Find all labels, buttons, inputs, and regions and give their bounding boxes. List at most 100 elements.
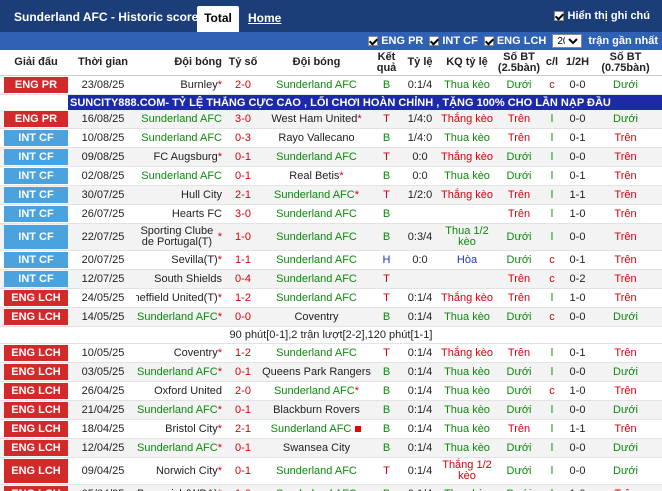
away-team-name[interactable]: Coventry [294,311,338,323]
competition-badge[interactable]: INT CF [4,225,68,249]
home-team-name[interactable]: Burnley [180,79,217,91]
home-team[interactable]: Norwich City * [136,458,226,484]
home-team-name[interactable]: Sunderland AFC [137,311,218,323]
away-team[interactable]: Rayo Vallecano [260,129,373,147]
away-team[interactable]: Sunderland AFC * [260,382,373,400]
match-score[interactable]: 1-0 [226,224,260,250]
home-team-name[interactable]: FC Augsburg [154,151,218,163]
away-team[interactable]: Sunderland AFC [260,251,373,269]
home-team[interactable]: Sunderland AFC * [136,363,226,381]
home-team-name[interactable]: Sevilla(T) [171,254,217,266]
filter-eng-lch[interactable]: ENG LCH [483,35,546,47]
competition-badge[interactable]: ENG PR [4,77,68,93]
match-score[interactable]: 1-2 [226,289,260,307]
away-team[interactable]: Coventry [260,308,373,326]
away-team-name[interactable]: Swansea City [283,442,350,454]
filter-int-cf[interactable]: INT CF [429,35,478,47]
home-team[interactable]: Bristol City * [136,420,226,438]
home-team[interactable]: Hull City [136,186,226,204]
home-team[interactable]: Sunderland AFC [136,167,226,185]
competition-badge[interactable]: ENG LCH [4,309,68,325]
home-team[interactable]: Hearts FC [136,205,226,223]
competition-badge[interactable]: ENG LCH [4,421,68,437]
match-score[interactable]: 0-3 [226,129,260,147]
match-score[interactable]: 0-1 [226,401,260,419]
away-team-name[interactable]: Sunderland AFC [276,347,357,359]
home-team[interactable]: Sheffield United(T)* [136,289,226,307]
match-score[interactable]: 0-4 [226,270,260,288]
competition-badge[interactable]: INT CF [4,252,68,268]
match-score[interactable]: 2-0 [226,76,260,94]
competition-badge[interactable]: ENG LCH [4,383,68,399]
match-score[interactable]: 2-1 [226,186,260,204]
competition-badge[interactable]: ENG LCH [4,440,68,456]
filter-eng-pr[interactable]: ENG PR [368,35,423,47]
match-score[interactable]: 1-0 [226,485,260,491]
away-team[interactable]: Sunderland AFC [260,420,373,438]
away-team[interactable]: Sunderland AFC [260,485,373,491]
home-team-name[interactable]: Coventry [174,347,218,359]
home-team-name[interactable]: Hull City [181,189,222,201]
away-team[interactable]: Sunderland AFC [260,344,373,362]
match-score[interactable]: 1-1 [226,251,260,269]
home-team-name[interactable]: South Shields [154,273,222,285]
competition-badge[interactable]: INT CF [4,130,68,146]
home-team-name[interactable]: Sunderland AFC [137,366,218,378]
home-team[interactable]: Sunderland AFC [136,129,226,147]
away-team[interactable]: Swansea City [260,439,373,457]
away-team-name[interactable]: Sunderland AFC [276,465,357,477]
home-team-name[interactable]: Sheffield United(T) [136,292,218,304]
match-score[interactable]: 0-1 [226,148,260,166]
away-team-name[interactable]: Sunderland AFC [274,189,355,201]
home-team-name[interactable]: Norwich City [156,465,218,477]
match-score[interactable]: 3-0 [226,110,260,128]
home-team[interactable]: Burnley * [136,76,226,94]
tab-total[interactable]: Total [197,6,239,32]
home-team[interactable]: FC Augsburg * [136,148,226,166]
match-score[interactable]: 0-1 [226,458,260,484]
away-team-name[interactable]: Sunderland AFC [271,423,352,435]
match-score[interactable]: 0-1 [226,167,260,185]
home-team-name[interactable]: Oxford United [154,385,222,397]
competition-badge[interactable]: INT CF [4,168,68,184]
competition-badge[interactable]: INT CF [4,149,68,165]
home-team-name[interactable]: Sunderland AFC [141,170,222,182]
home-team[interactable]: West Bromwich(WBA)* [136,485,226,491]
away-team[interactable]: Sunderland AFC [260,270,373,288]
competition-badge[interactable]: ENG LCH [4,345,68,361]
away-team[interactable]: Sunderland AFC [260,224,373,250]
away-team-name[interactable]: Queens Park Rangers [262,366,371,378]
away-team-name[interactable]: Real Betis [289,170,339,182]
away-team[interactable]: Sunderland AFC [260,205,373,223]
away-team-name[interactable]: Sunderland AFC [276,151,357,163]
competition-badge[interactable]: INT CF [4,187,68,203]
home-team[interactable]: Sunderland AFC * [136,308,226,326]
competition-badge[interactable]: INT CF [4,206,68,222]
filter-eng-lch-checkbox[interactable] [483,36,494,46]
away-team[interactable]: Queens Park Rangers [260,363,373,381]
competition-badge[interactable]: ENG LCH [4,402,68,418]
away-team-name[interactable]: Rayo Vallecano [278,132,354,144]
home-team-name[interactable]: Bristol City [165,423,218,435]
away-team[interactable]: Sunderland AFC [260,148,373,166]
away-team-name[interactable]: West Ham United [271,113,357,125]
competition-badge[interactable]: INT CF [4,271,68,287]
competition-badge[interactable]: ENG LCH [4,486,68,491]
home-team-name[interactable]: Sporting Clube de Portugal(T) [136,226,218,248]
home-team[interactable]: South Shields [136,270,226,288]
show-notes-checkbox[interactable] [553,11,564,21]
away-team-name[interactable]: Sunderland AFC [276,231,357,243]
tab-home[interactable]: Home [248,11,281,25]
home-team-name[interactable]: Sunderland AFC [137,442,218,454]
away-team-name[interactable]: Sunderland AFC [276,79,357,91]
away-team[interactable]: Sunderland AFC * [260,186,373,204]
away-team[interactable]: Sunderland AFC [260,76,373,94]
away-team[interactable]: Sunderland AFC [260,289,373,307]
match-count-select[interactable]: 20 [552,34,583,48]
away-team[interactable]: Real Betis * [260,167,373,185]
filter-int-cf-checkbox[interactable] [429,36,440,46]
match-score[interactable]: 3-0 [226,205,260,223]
match-score[interactable]: 2-1 [226,420,260,438]
away-team-name[interactable]: Sunderland AFC [276,273,357,285]
competition-badge[interactable]: ENG LCH [4,459,68,483]
